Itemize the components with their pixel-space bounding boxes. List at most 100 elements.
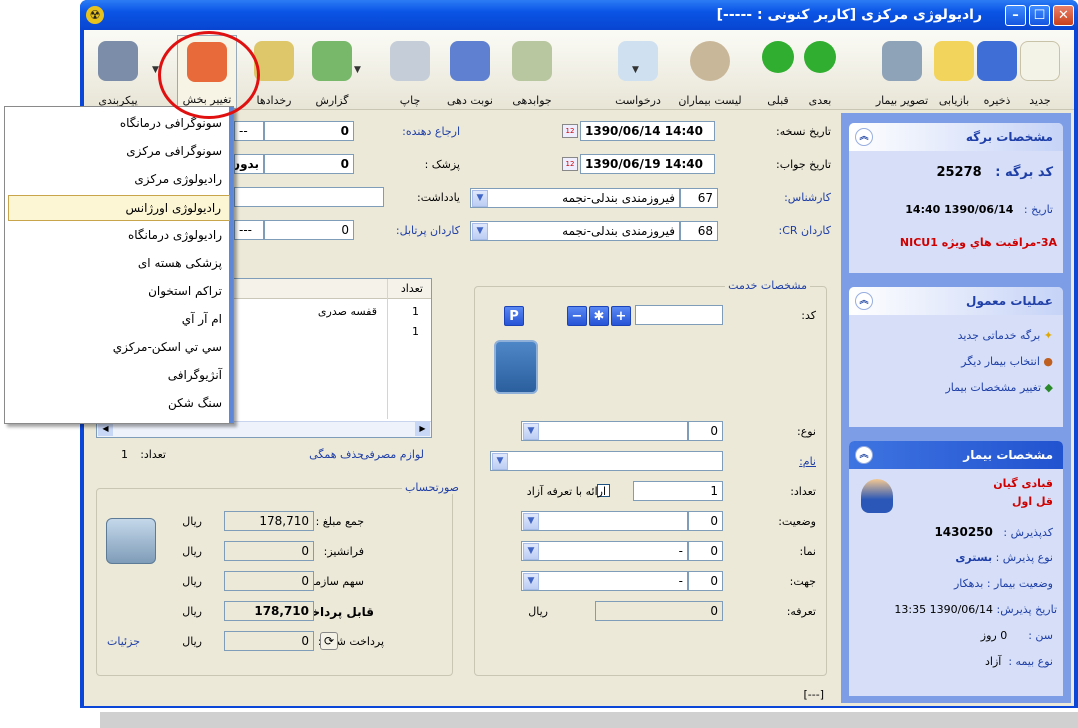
count-label: تعداد:: [790, 485, 816, 498]
referrer-label[interactable]: ارجاع دهنده:: [402, 125, 460, 138]
menu-item[interactable]: رادیولوژی درمانگاه: [8, 223, 230, 249]
select-patient-link[interactable]: ● انتخاب بیمار دیگر: [961, 355, 1053, 368]
status-label: وضعیت:: [778, 515, 816, 528]
note-field[interactable]: [234, 187, 384, 207]
service-name-select[interactable]: ▼: [490, 451, 723, 471]
patient-list-button[interactable]: لیست بیماران: [678, 35, 742, 109]
details-link[interactable]: جزئیات: [107, 635, 140, 648]
expert-code-field[interactable]: 67: [680, 188, 718, 208]
previous-arrow-icon: [762, 41, 794, 73]
search-icon: [690, 41, 730, 81]
body-scan-icon[interactable]: [494, 340, 538, 394]
add-service-button[interactable]: +: [611, 306, 631, 326]
service-code-field[interactable]: [635, 305, 723, 325]
chevron-down-icon[interactable]: ▼: [632, 65, 639, 75]
patient-image-button[interactable]: تصویر بیمار: [872, 35, 932, 109]
ops-panel: عملیات معمول ︽ ✦ برگه خدماتی جدید ● انتخا…: [849, 287, 1063, 427]
report-button[interactable]: گزارش: [302, 35, 362, 109]
menu-item[interactable]: رادیولوژی مرکزی: [8, 167, 230, 193]
cr-label[interactable]: کاردان CR:: [779, 224, 831, 237]
issue-date-field[interactable]: 1390/06/14 14:40: [580, 121, 715, 141]
referrer-code-field[interactable]: 0: [264, 121, 354, 141]
referrer-name-field[interactable]: --: [234, 121, 264, 141]
calendar-clock-icon: [450, 41, 490, 81]
scroll-left-icon[interactable]: ◀: [98, 422, 113, 436]
p-button[interactable]: P: [504, 306, 524, 326]
new-sheet-link[interactable]: ✦ برگه خدماتی جدید: [958, 329, 1053, 342]
franchise-field: 0: [224, 541, 314, 561]
doctor-code-field[interactable]: 0: [264, 154, 354, 174]
print-button[interactable]: چاپ: [380, 35, 440, 109]
name-label[interactable]: نام:: [799, 455, 816, 468]
chevron-down-icon[interactable]: ▼: [472, 190, 488, 207]
org-share-field: 0: [224, 571, 314, 591]
previous-button[interactable]: قبلی: [748, 35, 808, 109]
status-bar-text: [---]: [803, 688, 825, 701]
status-select[interactable]: ▼: [521, 511, 688, 531]
menu-item[interactable]: سي تي اسکن-مرکزي: [8, 335, 230, 361]
admission-date-value: 1390/06/14 13:35: [894, 603, 994, 616]
type-code-field[interactable]: 0: [688, 421, 723, 441]
ops-panel-header[interactable]: عملیات معمول ︽: [849, 287, 1063, 315]
portable-name-field[interactable]: ---: [234, 220, 264, 240]
view-code-field[interactable]: 0: [688, 541, 723, 561]
doctor-name-field[interactable]: بدون پز: [234, 154, 264, 174]
menu-item[interactable]: پزشکی هسته ای: [8, 251, 230, 277]
chevron-down-icon[interactable]: ▼: [523, 543, 539, 560]
patient-panel-header[interactable]: مشخصات بیمار ︽: [849, 441, 1063, 469]
type-select[interactable]: ▼: [521, 421, 688, 441]
settings-button[interactable]: پیکربندی: [88, 35, 148, 109]
menu-item[interactable]: آنژیوگرافی: [8, 363, 230, 389]
chevron-down-icon[interactable]: ▼: [472, 223, 488, 240]
cr-select[interactable]: فیروزمندی بندلی-نجمه ▼: [470, 221, 680, 241]
scroll-right-icon[interactable]: ▶: [415, 422, 430, 436]
status-code-field[interactable]: 0: [688, 511, 723, 531]
menu-item-selected[interactable]: رادیولوژی اورژانس: [8, 195, 230, 221]
menu-item[interactable]: ام آر آي: [8, 307, 230, 333]
menu-item[interactable]: سونوگرافی مرکزی: [8, 139, 230, 165]
expert-select[interactable]: فیروزمندی بندلی-نجمه ▼: [470, 188, 680, 208]
portable-code-field[interactable]: 0: [264, 220, 354, 240]
calendar-icon[interactable]: 12: [562, 157, 578, 171]
direction-select[interactable]: - ▼: [521, 571, 688, 591]
collapse-icon[interactable]: ︽: [855, 446, 873, 464]
delete-all-link[interactable]: حذف همگی: [309, 448, 364, 461]
view-select[interactable]: - ▼: [521, 541, 688, 561]
portable-label[interactable]: کاردان پرتابل:: [396, 224, 460, 237]
patient-status-label: وضعیت بیمار :: [986, 577, 1053, 590]
answer-date-field[interactable]: 1390/06/19 14:40: [580, 154, 715, 174]
org-share-currency: ریال: [182, 575, 202, 588]
chevron-down-icon[interactable]: ▼: [523, 423, 539, 440]
ops-panel-title: عملیات معمول: [966, 294, 1053, 308]
calendar-icon[interactable]: 12: [562, 124, 578, 138]
close-button[interactable]: ✕: [1053, 5, 1074, 26]
expert-label[interactable]: کارشناس:: [784, 191, 831, 204]
collapse-icon[interactable]: ︽: [855, 128, 873, 146]
direction-label: جهت:: [789, 575, 816, 588]
chevron-down-icon[interactable]: ▼: [523, 573, 539, 590]
appointment-button[interactable]: نوبت دهی: [440, 35, 500, 109]
direction-code-field[interactable]: 0: [688, 571, 723, 591]
chevron-down-icon[interactable]: ▼: [492, 453, 508, 470]
count-field[interactable]: 1: [633, 481, 723, 501]
collapse-icon[interactable]: ︽: [855, 292, 873, 310]
department-menu: سونوگرافی درمانگاه سونوگرافی مرکزی رادیو…: [4, 106, 234, 424]
chevron-down-icon[interactable]: ▼: [523, 513, 539, 530]
maximize-button[interactable]: ☐: [1029, 5, 1050, 26]
menu-item[interactable]: تراکم استخوان: [8, 279, 230, 305]
remove-service-button[interactable]: −: [567, 306, 587, 326]
search-service-button[interactable]: ✱: [589, 306, 609, 326]
cr-code-field[interactable]: 68: [680, 221, 718, 241]
refresh-icon[interactable]: ⟳: [320, 632, 338, 650]
answer-button[interactable]: جوابدهی: [502, 35, 562, 109]
age-label: سن :: [1028, 629, 1053, 642]
menu-item[interactable]: سنگ شکن: [8, 391, 230, 417]
admission-date-label: تاریخ پذیرش:: [996, 603, 1057, 616]
sheet-ward: 3A-مراقبت هاي ويژه NICU1: [899, 236, 1057, 249]
minimize-button[interactable]: –: [1005, 5, 1026, 26]
edit-patient-link[interactable]: ◆ تغییر مشخصات بیمار: [946, 381, 1054, 394]
sheet-code: کد برگه : 25278: [936, 165, 1053, 180]
title-bar[interactable]: ☢ رادیولوژی مرکزی [کاربر کنونی : -----] …: [80, 0, 1078, 30]
consumables-link[interactable]: لوازم مصرفی: [360, 448, 424, 461]
sheet-panel-header[interactable]: مشخصات برگه ︽: [849, 123, 1063, 151]
